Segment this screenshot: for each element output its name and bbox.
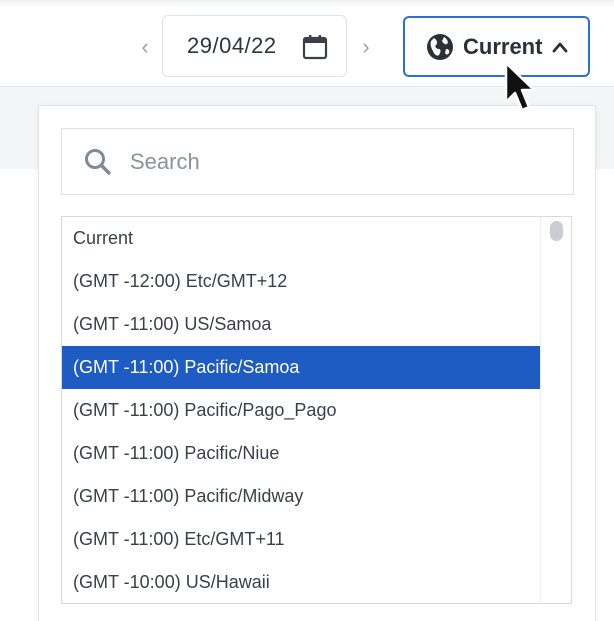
timezone-option[interactable]: (GMT -11:00) Pacific/Midway <box>62 475 542 518</box>
timezone-button[interactable]: Current <box>403 16 590 77</box>
search-icon <box>85 148 111 175</box>
globe-icon <box>427 33 453 60</box>
search-input[interactable] <box>128 147 532 176</box>
timezone-list: Current (GMT -12:00) Etc/GMT+12 (GMT -11… <box>61 216 572 604</box>
timezone-option[interactable]: (GMT -11:00) Pacific/Niue <box>62 432 542 475</box>
cursor-icon <box>504 61 536 112</box>
chevron-up-icon <box>553 42 568 52</box>
timezone-button-label: Current <box>463 33 543 59</box>
timezone-option[interactable]: (GMT -11:00) US/Samoa <box>62 303 542 346</box>
timezone-option[interactable]: (GMT -11:00) Pacific/Pago_Pago <box>62 389 542 432</box>
timezone-option-selected[interactable]: (GMT -11:00) Pacific/Samoa <box>62 346 542 389</box>
next-date-button[interactable]: › <box>355 30 377 64</box>
timezone-list-items: Current (GMT -12:00) Etc/GMT+12 (GMT -11… <box>62 217 542 603</box>
previous-date-button[interactable]: ‹ <box>134 30 156 64</box>
calendar-icon[interactable] <box>301 33 329 61</box>
timezone-option[interactable]: (GMT -11:00) Etc/GMT+11 <box>62 518 542 561</box>
timezone-option[interactable]: (GMT -12:00) Etc/GMT+12 <box>62 260 542 303</box>
timezone-option-current[interactable]: Current <box>62 217 542 260</box>
timezone-dropdown: Current (GMT -12:00) Etc/GMT+12 (GMT -11… <box>38 105 596 621</box>
date-field[interactable]: 29/04/22 <box>162 15 347 77</box>
date-value: 29/04/22 <box>187 33 277 58</box>
toolbar-shadow <box>0 0 614 8</box>
timezone-picker-screen: ‹ 29/04/22 › Current Search Current (GMT… <box>0 0 614 621</box>
scrollbar-thumb[interactable] <box>550 221 563 241</box>
list-scrollbar[interactable] <box>540 217 571 603</box>
timezone-option[interactable]: (GMT -10:00) US/Hawaii <box>62 561 542 603</box>
search-box[interactable] <box>61 128 574 195</box>
